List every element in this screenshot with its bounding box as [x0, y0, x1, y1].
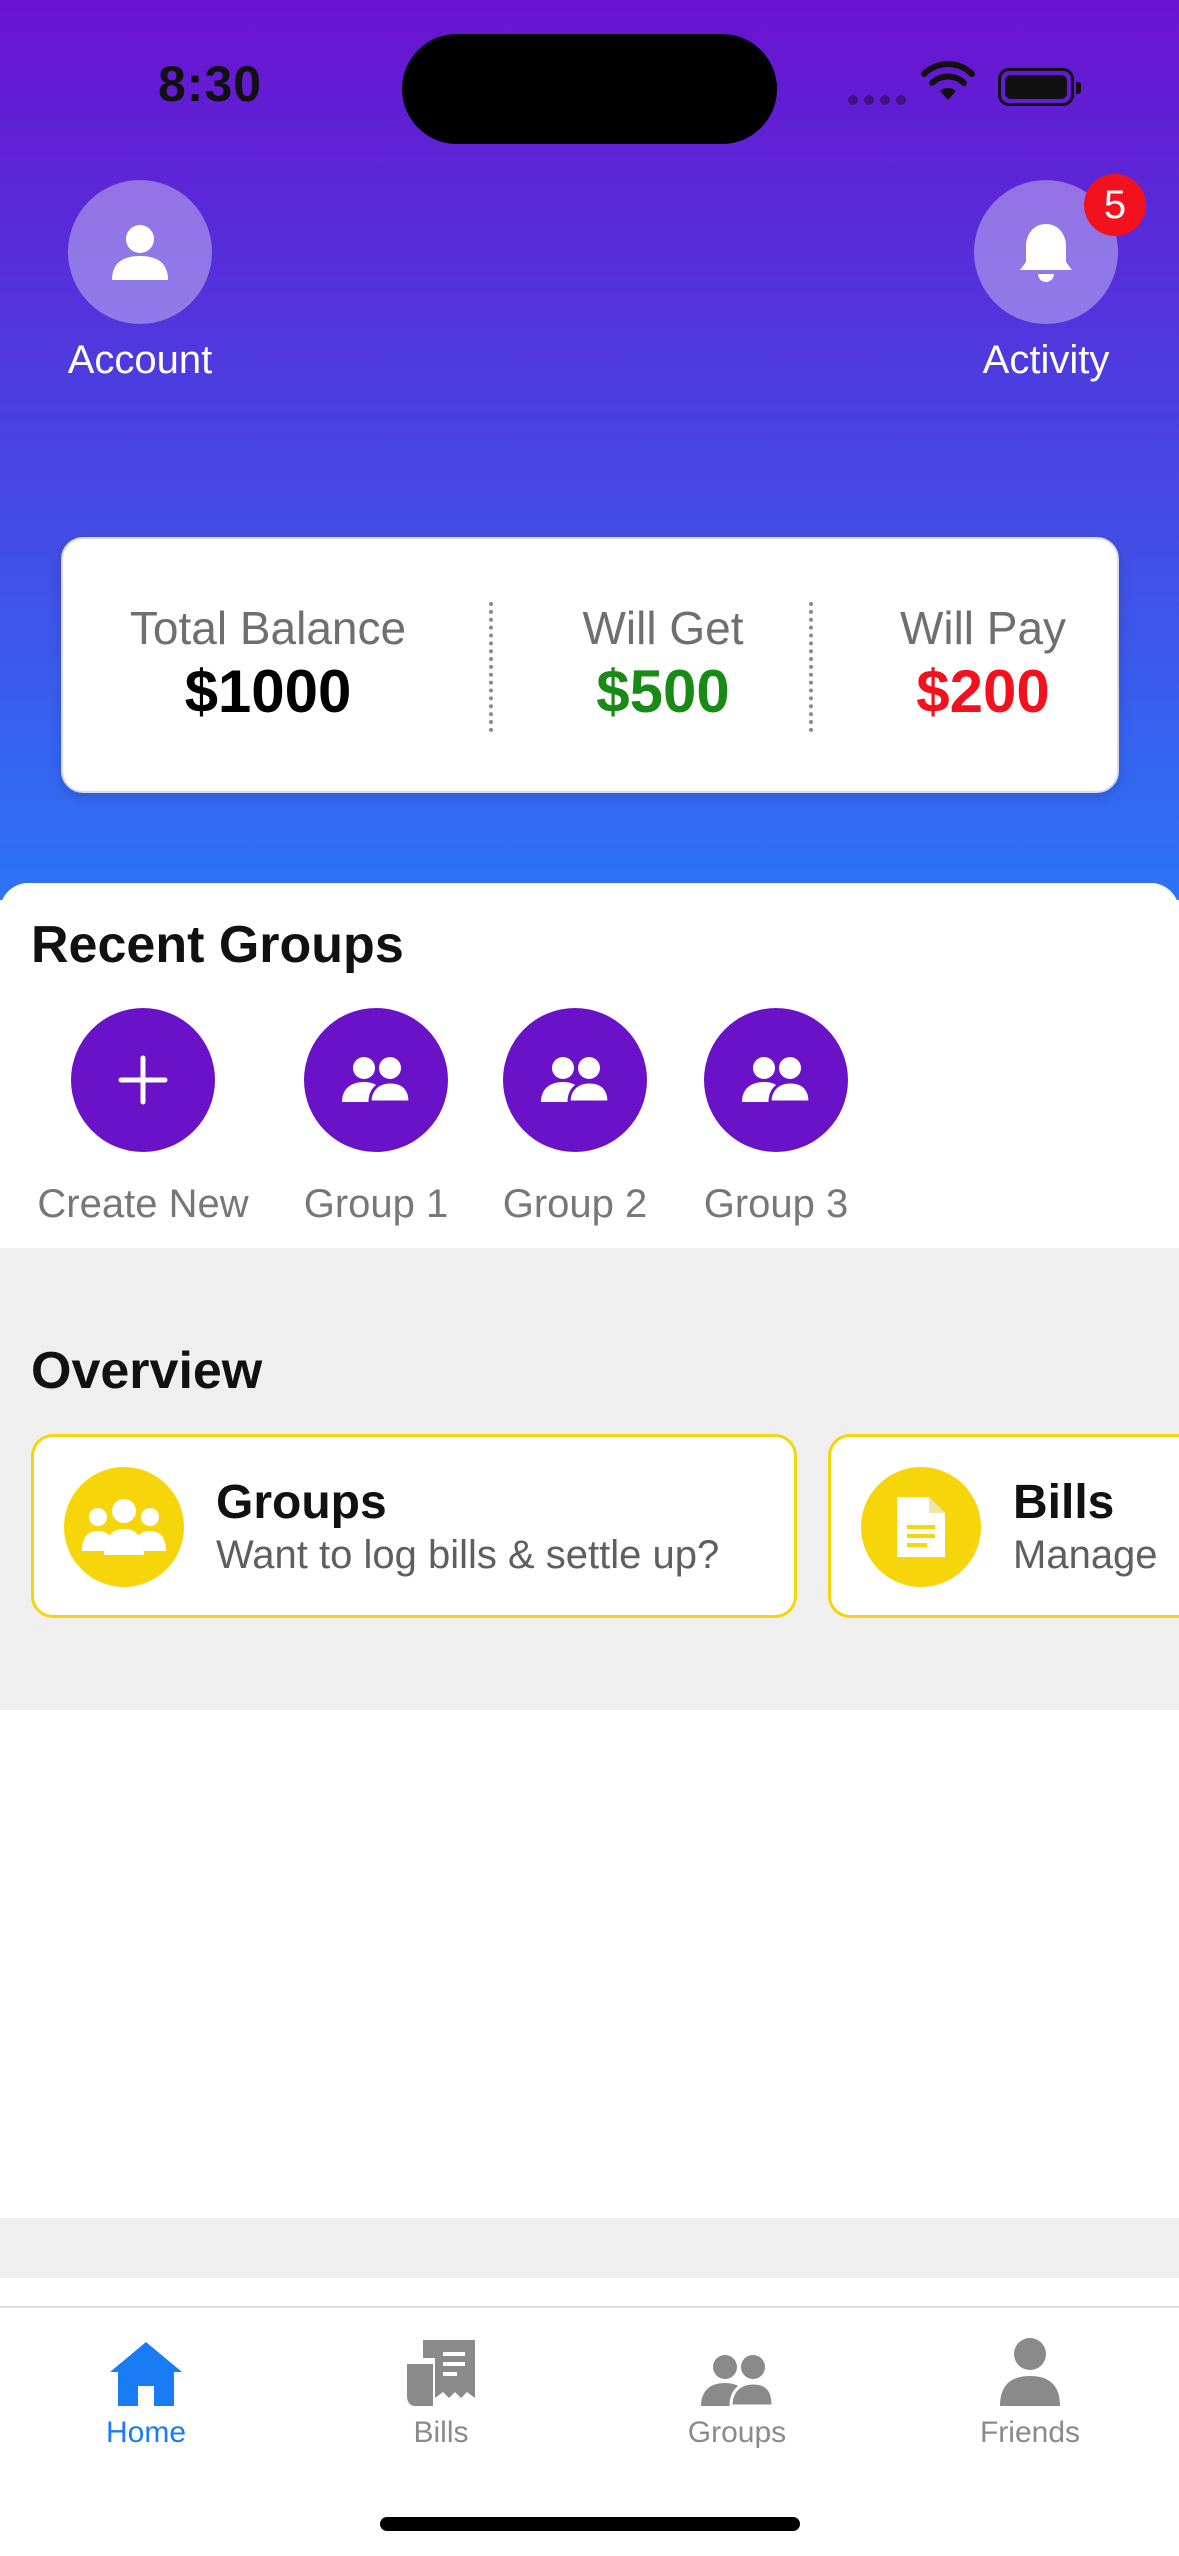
activity-label: Activity	[982, 338, 1110, 382]
overview-title: Overview	[31, 1342, 263, 1400]
will-pay-value: $200	[916, 658, 1050, 725]
will-pay: Will Pay $200	[863, 601, 1103, 726]
balance-card: Total Balance $1000 Will Get $500 Will P…	[61, 537, 1119, 793]
tab-friends[interactable]: Friends	[930, 2328, 1130, 2450]
status-time: 8:30	[158, 56, 263, 112]
total-balance-value: $1000	[184, 658, 352, 725]
divider	[489, 602, 493, 732]
recent-groups-section: Recent Groups Create New Group 1 Group 2…	[0, 883, 1179, 1248]
document-icon	[861, 1467, 981, 1587]
overview-card-title: Groups	[216, 1476, 387, 1529]
tab-label: Bills	[413, 2416, 469, 2449]
overview-card-bills[interactable]: Bills Manage	[828, 1434, 1179, 1618]
battery-icon	[998, 68, 1081, 106]
people-icon	[541, 1057, 611, 1104]
person-icon	[1000, 2338, 1060, 2406]
total-balance-caption: Total Balance	[129, 602, 407, 654]
group-avatar	[503, 1008, 647, 1152]
home-indicator[interactable]	[380, 2517, 800, 2531]
bell-icon	[1020, 224, 1072, 282]
will-get-caption: Will Get	[582, 602, 744, 654]
cellular-signal-icon	[848, 95, 906, 105]
overview-section: Overview Groups Want to log bills & sett…	[0, 1248, 1179, 1710]
overview-card-subtitle: Manage	[1013, 1533, 1158, 1577]
account-avatar	[68, 180, 212, 324]
create-circle	[71, 1008, 215, 1152]
recent-groups-title: Recent Groups	[31, 916, 404, 974]
account-button[interactable]: Account	[40, 180, 240, 383]
group-label: Group 3	[703, 1182, 849, 1226]
people-icon	[701, 2355, 775, 2408]
home-screen: 8:30 Account 5 Activity Total Balance $1…	[0, 0, 1179, 2556]
will-get: Will Get $500	[543, 601, 783, 726]
tab-label: Friends	[979, 2416, 1081, 2449]
tab-bills[interactable]: Bills	[341, 2328, 541, 2450]
group-avatar	[704, 1008, 848, 1152]
people-icon	[742, 1057, 812, 1104]
tab-home[interactable]: Home	[46, 2328, 246, 2450]
will-get-value: $500	[596, 658, 730, 725]
people-group-icon	[64, 1467, 184, 1587]
tab-label: Home	[105, 2416, 187, 2449]
overview-card-groups[interactable]: Groups Want to log bills & settle up?	[31, 1434, 797, 1618]
person-icon	[112, 225, 168, 280]
create-new-label: Create New	[37, 1182, 249, 1226]
activity-button[interactable]: 5 Activity	[946, 174, 1146, 383]
overview-card-subtitle: Want to log bills & settle up?	[216, 1533, 720, 1577]
total-balance: Total Balance $1000	[118, 601, 418, 726]
tab-groups[interactable]: Groups	[637, 2328, 837, 2450]
overview-card-title: Bills	[1013, 1476, 1115, 1529]
group-avatar	[304, 1008, 448, 1152]
account-label: Account	[67, 338, 213, 382]
receipt-icon	[407, 2340, 475, 2406]
dynamic-island	[402, 34, 777, 144]
will-pay-caption: Will Pay	[899, 602, 1067, 654]
people-icon	[342, 1057, 412, 1104]
tab-label: Groups	[687, 2416, 787, 2449]
divider	[809, 602, 813, 732]
house-icon	[110, 2342, 182, 2406]
notification-badge: 5	[1084, 174, 1146, 236]
wifi-icon	[920, 60, 976, 109]
create-group-button[interactable]: Create New	[23, 1008, 263, 1227]
plus-icon	[118, 1055, 168, 1105]
group-item-3[interactable]: Group 3	[656, 1008, 896, 1227]
content-separator	[0, 2218, 1179, 2278]
